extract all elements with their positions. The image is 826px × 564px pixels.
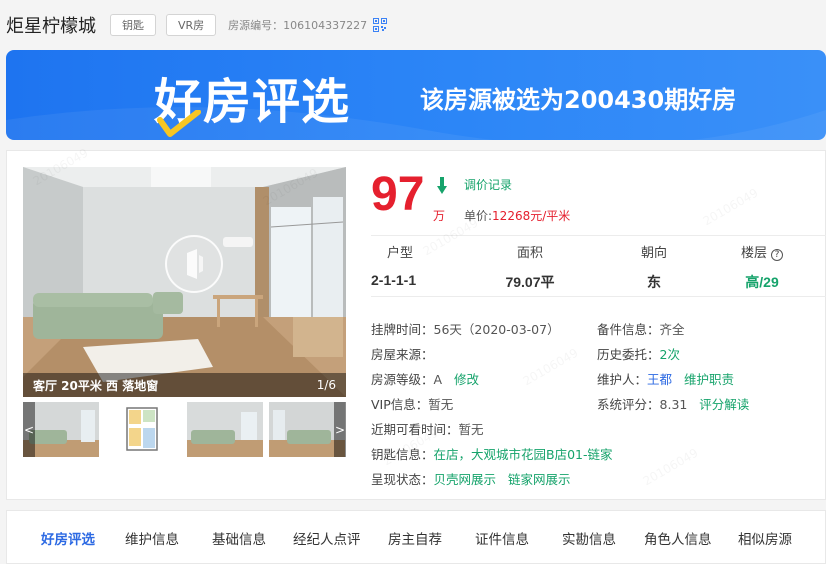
viewing-value: 暂无 [458,422,484,437]
photo-caption-bar: 客厅 20平米 西 落地窗 1/6 [23,373,346,397]
key-tag: 钥匙 [110,14,156,36]
vip-row: VIP信息：暂无 [371,394,453,413]
tab-survey[interactable]: 实勘信息 [562,528,616,548]
maintainer-row: 维护人：王都 维护职责 [597,369,734,388]
thumbnail-prev-arrow[interactable]: < [23,402,35,457]
grade-label: 房源等级： [371,372,434,387]
vip-value: 暂无 [428,397,454,412]
history-label: 历史委托： [597,347,660,362]
score-row: 系统评分：8.31 评分解读 [597,394,749,413]
help-icon[interactable]: ? [771,249,783,261]
vr-tag[interactable]: VR房 [166,14,217,36]
house-stats: 户型 2-1-1-1 面积 79.07平 朝向 东 楼层? 高/29 [371,235,826,297]
stat-floor-label-wrap: 楼层? [705,242,819,261]
tab-roles[interactable]: 角色人信息 [644,528,712,548]
stat-floor-value: 高/29 [745,274,779,290]
history-value-link[interactable]: 2次 [660,347,680,362]
maintainer-duty-link[interactable]: 维护职责 [684,372,734,387]
docs-label: 备件信息： [597,322,660,337]
display-label: 呈现状态： [371,472,434,487]
stat-layout: 户型 2-1-1-1 [371,236,485,298]
score-explain-link[interactable]: 评分解读 [699,397,749,412]
tab-basic-info[interactable]: 基础信息 [212,528,266,548]
listing-time-label: 挂牌时间： [371,322,434,337]
total-price: 97 [371,168,425,221]
viewing-label: 近期可看时间： [371,422,459,437]
photo-thumbnails: < > [23,402,346,457]
display-beike-link[interactable]: 贝壳网展示 [434,472,497,487]
stat-floor-label: 楼层 [740,246,767,261]
listing-time-row: 挂牌时间：56天（2020-03-07） [371,319,560,338]
stat-orientation: 朝向 东 [597,236,711,298]
tab-owner-recommend[interactable]: 房主自荐 [388,528,442,548]
tab-maintenance[interactable]: 维护信息 [125,528,179,548]
detail-tab-nav: 好房评选 维护信息 基础信息 经纪人点评 房主自荐 证件信息 实勘信息 角色人信… [6,510,826,564]
stat-layout-label: 户型 [387,246,414,261]
display-lianjia-link[interactable]: 链家网展示 [508,472,571,487]
tab-similar[interactable]: 相似房源 [738,528,792,548]
community-name: 炬星柠檬城 [6,16,96,37]
photo-caption: 客厅 20平米 西 落地窗 [33,378,159,393]
maintainer-name-link[interactable]: 王都 [647,372,672,387]
stat-layout-value: 2-1-1-1 [371,272,417,288]
key-label: 钥匙信息： [371,447,434,462]
price-down-icon [437,177,447,194]
source-row: 房屋来源： [371,344,434,363]
key-value-link[interactable]: 在店，大观城市花园B店01-链家 [434,447,613,462]
thumbnail-next-arrow[interactable]: > [334,402,346,457]
docs-row: 备件信息：齐全 [597,319,685,338]
score-label: 系统评分： [597,397,660,412]
score-value: 8.31 [659,397,688,412]
thumbnail-3[interactable] [187,402,263,457]
house-code: 106104337227 [283,18,368,32]
main-photo[interactable]: 客厅 20平米 西 落地窗 1/6 [23,167,346,397]
house-detail-card: 客厅 20平米 西 落地窗 1/6 < > 97 万 调价记录 单价:12268… [6,150,826,500]
tab-good-house[interactable]: 好房评选 [41,528,95,548]
unit-price-value: 12268元/平米 [492,209,571,223]
unit-price-label: 单价: [464,209,493,223]
stat-area-value: 79.07平 [505,274,555,290]
stat-area: 面积 79.07平 [473,236,587,298]
title-bar: 炬星柠檬城 钥匙 VR房 房源编号： 106104337227 [0,0,826,50]
price-history-link[interactable]: 调价记录 [464,176,512,193]
history-row: 历史委托：2次 [597,344,680,363]
maintainer-label: 维护人： [597,372,648,387]
banner-message: 该房源被选为200430期好房 [420,86,737,114]
display-row: 呈现状态：贝壳网展示 链家网展示 [371,469,570,488]
house-code-label: 房源编号： [228,19,284,32]
vr-play-icon[interactable] [165,235,223,293]
tab-certificates[interactable]: 证件信息 [475,528,529,548]
docs-value: 齐全 [659,322,685,337]
check-mark-icon [157,110,201,137]
key-row: 钥匙信息：在店，大观城市花园B店01-链家 [371,444,613,463]
grade-edit-link[interactable]: 修改 [454,372,479,387]
photo-index: 1/6 [316,378,336,392]
viewing-row: 近期可看时间：暂无 [371,419,484,438]
grade-row: 房源等级：A 修改 [371,369,479,388]
stat-floor: 楼层? 高/29 [705,236,819,298]
stat-orientation-label: 朝向 [640,246,667,261]
grade-value: A [433,372,443,387]
stat-area-label: 面积 [516,246,543,261]
stat-orientation-value: 东 [647,274,661,290]
vip-label: VIP信息： [371,397,429,412]
unit-price: 单价:12268元/平米 [464,207,570,224]
price-unit: 万 [433,209,446,223]
thumbnail-floorplan[interactable] [105,402,181,457]
source-label: 房屋来源： [371,347,434,362]
good-house-banner: 好房评选 该房源被选为200430期好房 [6,50,826,140]
tab-agent-review[interactable]: 经纪人点评 [293,528,361,548]
listing-time-value: 56天（2020-03-07） [433,322,560,337]
qr-code-icon[interactable] [373,18,388,32]
